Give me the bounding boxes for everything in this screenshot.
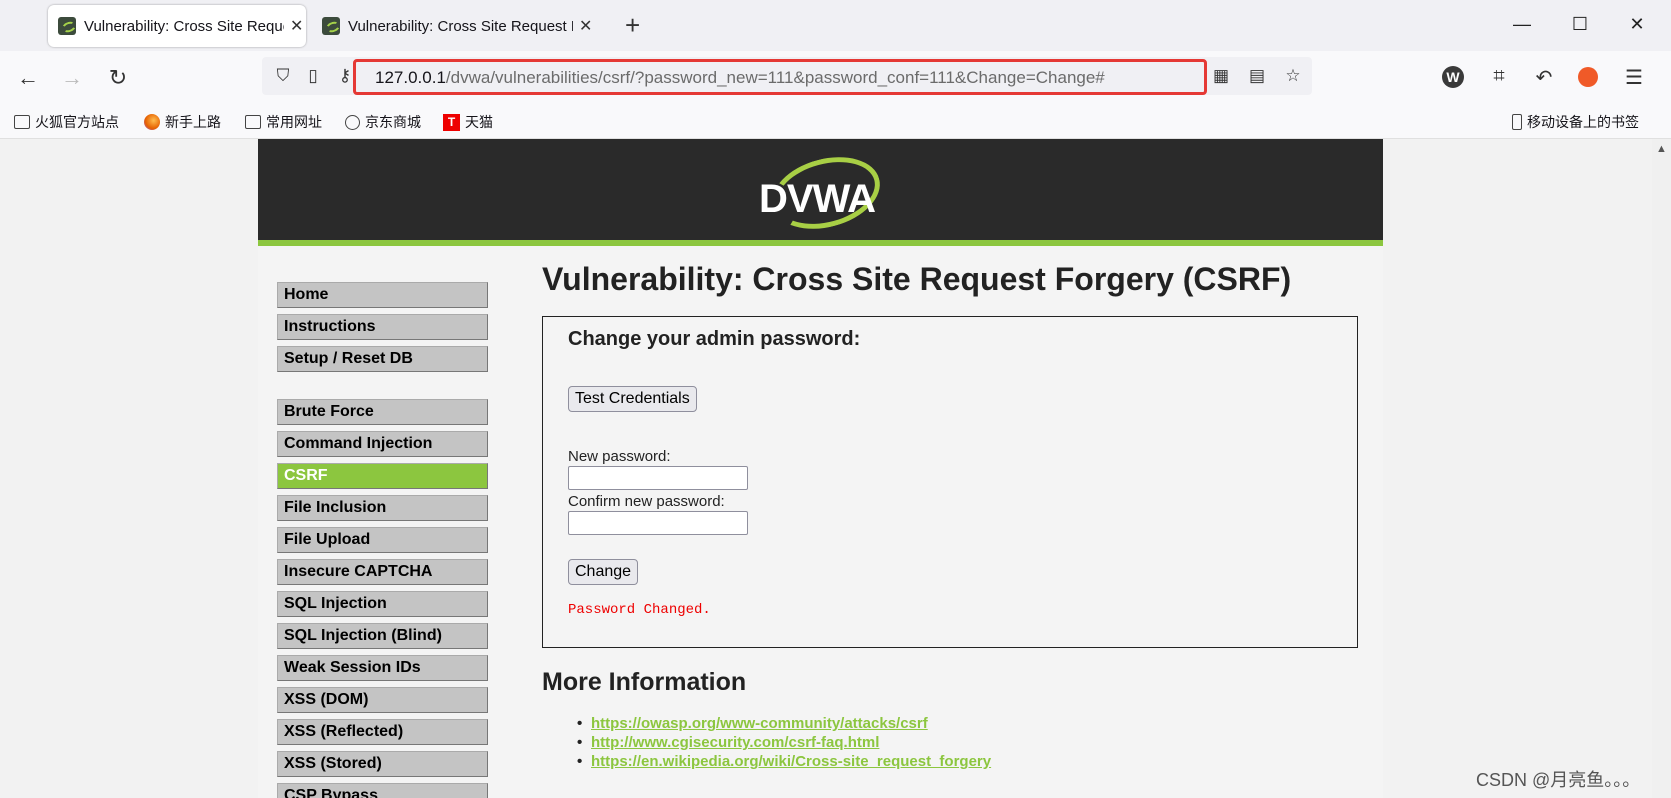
menu-item-brute-force[interactable]: Brute Force bbox=[277, 399, 488, 425]
menu-item-command-injection[interactable]: Command Injection bbox=[277, 431, 488, 457]
logo-text: DVWA bbox=[759, 177, 876, 221]
menu-hamburger-icon[interactable]: ☰ bbox=[1620, 65, 1648, 90]
extension-blocked-icon[interactable] bbox=[1578, 67, 1598, 87]
bookmark-getting-started[interactable]: 新手上路 bbox=[144, 112, 221, 132]
reader-view-icon[interactable]: ▤ bbox=[1246, 66, 1268, 86]
undo-icon[interactable]: ↶ bbox=[1530, 65, 1558, 90]
menu-item-weak-session-ids[interactable]: Weak Session IDs bbox=[277, 655, 488, 681]
tab-title: Vulnerability: Cross Site Request Forger… bbox=[348, 17, 573, 35]
url-text[interactable]: 127.0.0.1/dvwa/vulnerabilities/csrf/?pas… bbox=[375, 68, 1105, 88]
menu-item-sql-injection[interactable]: SQL Injection bbox=[277, 591, 488, 617]
bookmark-firefox-official[interactable]: 火狐官方站点 bbox=[14, 112, 119, 132]
bookmark-label: 京东商城 bbox=[365, 114, 421, 130]
csdn-watermark: CSDN @月亮鱼。。。 bbox=[1476, 770, 1641, 790]
url-host: 127.0.0.1 bbox=[375, 68, 446, 87]
bookmark-label: 常用网址 bbox=[266, 114, 322, 130]
dvwa-favicon-icon bbox=[322, 17, 340, 35]
new-password-label: New password: bbox=[568, 448, 671, 465]
url-path: /dvwa/vulnerabilities/csrf/?password_new… bbox=[445, 68, 1105, 87]
bookmark-label: 火狐官方站点 bbox=[35, 114, 119, 130]
bookmarks-toolbar: 火狐官方站点 新手上路 常用网址 京东商城 T 天猫 移动设备上的书签 bbox=[0, 106, 1671, 139]
menu-item-csp-bypass[interactable]: CSP Bypass bbox=[277, 783, 488, 798]
menu-item-setup[interactable]: Setup / Reset DB bbox=[277, 346, 488, 372]
menu-item-sql-injection-blind[interactable]: SQL Injection (Blind) bbox=[277, 623, 488, 649]
bookmark-label: 新手上路 bbox=[165, 114, 221, 130]
forward-arrow-icon[interactable]: → bbox=[57, 65, 87, 91]
mobile-phone-icon bbox=[1512, 114, 1522, 130]
tab-csrf-active[interactable]: Vulnerability: Cross Site Request Forger… bbox=[48, 5, 306, 47]
mobile-bookmarks[interactable]: 移动设备上的书签 bbox=[1512, 112, 1639, 132]
new-tab-button[interactable]: + bbox=[625, 12, 640, 38]
more-information-heading: More Information bbox=[542, 668, 747, 696]
confirm-password-label: Confirm new password: bbox=[568, 493, 725, 510]
dvwa-logo: DVWA bbox=[751, 145, 891, 241]
test-credentials-button[interactable]: Test Credentials bbox=[568, 386, 697, 412]
menu-item-file-upload[interactable]: File Upload bbox=[277, 527, 488, 553]
menu-item-file-inclusion[interactable]: File Inclusion bbox=[277, 495, 488, 521]
back-arrow-icon[interactable]: ← bbox=[13, 65, 43, 91]
bookmark-tmall[interactable]: T 天猫 bbox=[443, 112, 493, 132]
bookmark-jd[interactable]: 京东商城 bbox=[345, 112, 421, 132]
firefox-icon bbox=[144, 114, 160, 130]
more-information-links: https://owasp.org/www-community/attacks/… bbox=[577, 714, 991, 771]
page-icon[interactable]: ▯ bbox=[302, 66, 324, 86]
dvwa-header: DVWA bbox=[258, 139, 1383, 246]
folder-icon bbox=[14, 115, 30, 129]
reload-icon[interactable]: ↻ bbox=[103, 65, 133, 91]
navigation-toolbar: ← → ↻ ⛉ ▯ ⚷ ▦ ▤ ☆ 127.0.0.1/dvwa/vulnera… bbox=[0, 51, 1671, 106]
close-icon[interactable]: ✕ bbox=[290, 16, 303, 36]
shield-icon[interactable]: ⛉ bbox=[272, 66, 294, 86]
maximize-button[interactable]: ☐ bbox=[1565, 14, 1595, 35]
folder-icon bbox=[245, 115, 261, 129]
globe-icon bbox=[345, 114, 360, 130]
extension-w-icon[interactable]: W bbox=[1442, 66, 1464, 88]
password-change-box: Change your admin password: Test Credent… bbox=[542, 316, 1358, 648]
scroll-up-arrow-icon[interactable]: ▲ bbox=[1656, 143, 1667, 155]
vertical-scrollbar[interactable]: ▲ bbox=[1652, 139, 1671, 798]
tmall-icon: T bbox=[443, 113, 460, 131]
new-password-input[interactable] bbox=[568, 466, 748, 490]
bookmark-star-icon[interactable]: ☆ bbox=[1282, 66, 1304, 86]
dvwa-container: DVWA Home Instructions Setup / Reset DB … bbox=[258, 139, 1383, 798]
menu-item-instructions[interactable]: Instructions bbox=[277, 314, 488, 340]
menu-item-xss-stored[interactable]: XSS (Stored) bbox=[277, 751, 488, 777]
confirm-password-input[interactable] bbox=[568, 511, 748, 535]
qr-code-icon[interactable]: ▦ bbox=[1210, 66, 1232, 86]
screenshot-crop-icon[interactable]: ⌗ bbox=[1485, 65, 1513, 88]
bookmark-common-sites[interactable]: 常用网址 bbox=[245, 112, 322, 132]
link-wikipedia-csrf[interactable]: https://en.wikipedia.org/wiki/Cross-site… bbox=[577, 752, 991, 771]
page-viewport: DVWA Home Instructions Setup / Reset DB … bbox=[0, 139, 1652, 798]
tab-title: Vulnerability: Cross Site Request Forger… bbox=[84, 17, 284, 35]
tab-csrf-second[interactable]: Vulnerability: Cross Site Request Forger… bbox=[312, 5, 602, 47]
menu-item-csrf[interactable]: CSRF bbox=[277, 463, 488, 489]
bookmark-label: 移动设备上的书签 bbox=[1527, 114, 1639, 130]
close-icon[interactable]: ✕ bbox=[579, 16, 592, 36]
link-owasp-csrf[interactable]: https://owasp.org/www-community/attacks/… bbox=[577, 714, 991, 733]
menu-item-home[interactable]: Home bbox=[277, 282, 488, 308]
minimize-button[interactable]: — bbox=[1507, 14, 1537, 35]
form-heading: Change your admin password: bbox=[568, 328, 861, 350]
link-cgisecurity-csrf-faq[interactable]: http://www.cgisecurity.com/csrf-faq.html bbox=[577, 733, 991, 752]
status-message: Password Changed. bbox=[568, 602, 711, 618]
menu-item-insecure-captcha[interactable]: Insecure CAPTCHA bbox=[277, 559, 488, 585]
page-title: Vulnerability: Cross Site Request Forger… bbox=[542, 261, 1292, 297]
menu-item-xss-dom[interactable]: XSS (DOM) bbox=[277, 687, 488, 713]
bookmark-label: 天猫 bbox=[465, 114, 493, 130]
url-highlight-box[interactable]: 127.0.0.1/dvwa/vulnerabilities/csrf/?pas… bbox=[353, 59, 1207, 95]
menu-item-xss-reflected[interactable]: XSS (Reflected) bbox=[277, 719, 488, 745]
close-window-button[interactable]: ✕ bbox=[1622, 14, 1652, 35]
change-button[interactable]: Change bbox=[568, 559, 639, 585]
dvwa-favicon-icon bbox=[58, 17, 76, 35]
tab-bar: Vulnerability: Cross Site Request Forger… bbox=[0, 0, 1671, 51]
